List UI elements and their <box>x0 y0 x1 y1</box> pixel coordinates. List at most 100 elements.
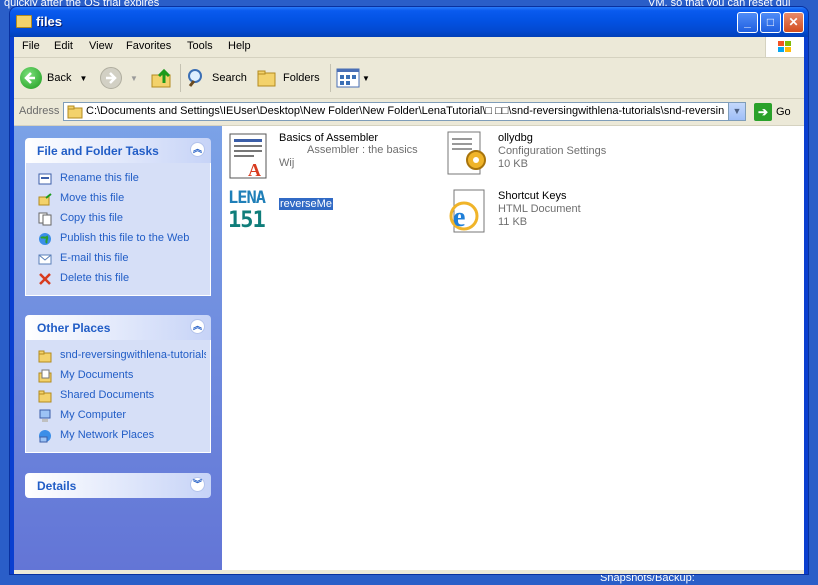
file-item[interactable]: A Basics of Assembler Assembler : the ba… <box>227 132 427 182</box>
window-frame: File Edit View Favorites Tools Help Back… <box>14 37 804 574</box>
file-item[interactable]: e Shortcut Keys HTML Document 11 KB <box>444 188 644 238</box>
folder-icon <box>67 105 83 119</box>
menu-edit[interactable]: Edit <box>54 40 73 52</box>
views-button[interactable]: ▼ <box>336 66 370 90</box>
expand-chevron-icon[interactable]: ︾ <box>190 477 205 492</box>
task-pane: File and Folder Tasks ︽ Rename this file… <box>14 126 222 570</box>
task-label: Publish this file to the Web <box>60 232 190 244</box>
address-value: C:\Documents and Settings\IEUser\Desktop… <box>86 105 725 117</box>
maximize-button[interactable]: □ <box>760 12 781 33</box>
toolbar-separator <box>330 64 331 92</box>
up-folder-button[interactable] <box>150 66 174 90</box>
title-bar[interactable]: files _ □ ✕ <box>10 7 808 37</box>
task-move[interactable]: Move this file <box>26 189 210 209</box>
back-button[interactable]: Back ▼ <box>20 66 87 90</box>
menu-help[interactable]: Help <box>228 40 251 52</box>
address-bar: Address C:\Documents and Settings\IEUser… <box>14 99 804 126</box>
svg-text:e: e <box>453 202 465 233</box>
file-type: HTML Document <box>498 203 581 215</box>
search-button[interactable]: Search <box>186 66 247 90</box>
place-my-computer[interactable]: My Computer <box>26 406 210 426</box>
minimize-button[interactable]: _ <box>737 12 758 33</box>
file-type: Configuration Settings <box>498 145 607 157</box>
rename-icon <box>38 173 52 185</box>
forward-button[interactable]: ▼ <box>100 66 138 90</box>
menu-tools[interactable]: Tools <box>187 40 213 52</box>
forward-dropdown-icon: ▼ <box>130 73 138 83</box>
move-icon <box>38 193 52 206</box>
task-publish[interactable]: Publish this file to the Web <box>26 229 210 249</box>
go-label: Go <box>776 106 791 118</box>
file-name: ollydbg <box>498 132 533 144</box>
icon-text: 151 <box>228 208 266 233</box>
html-document-icon: e <box>449 189 485 233</box>
place-my-network[interactable]: My Network Places <box>26 426 210 446</box>
collapse-chevron-icon[interactable]: ︽ <box>190 319 205 334</box>
windows-logo <box>765 37 804 57</box>
file-item[interactable]: ollydbg Configuration Settings 10 KB <box>444 130 644 180</box>
task-label: Move this file <box>60 192 125 204</box>
search-icon <box>188 69 202 87</box>
panel-title: Details <box>37 479 77 493</box>
folder-icon <box>16 15 32 28</box>
task-email[interactable]: E-mail this file <box>26 249 210 269</box>
menu-file[interactable]: File <box>22 40 40 52</box>
computer-icon <box>39 409 51 422</box>
place-parent-folder[interactable]: snd-reversingwithlena-tutorials <box>26 346 210 366</box>
config-file-icon <box>447 131 486 175</box>
folder-icon <box>38 350 52 363</box>
task-label: Rename this file <box>60 172 139 184</box>
file-name: reverseMe <box>279 198 333 210</box>
toolbar: Back ▼ ▼ Search Folders ▼ <box>14 58 804 99</box>
close-button[interactable]: ✕ <box>783 12 804 33</box>
forward-arrow-icon <box>100 67 122 89</box>
publish-icon <box>39 233 51 245</box>
panel-header[interactable]: Details ︾ <box>25 473 211 498</box>
toolbar-separator <box>180 64 181 92</box>
go-button[interactable]: ➔ Go <box>754 103 791 121</box>
my-documents-icon <box>38 369 52 383</box>
file-description: Assembler : the basics <box>307 144 418 156</box>
svg-text:A: A <box>248 160 261 180</box>
back-label: Back <box>47 72 72 84</box>
panel-title: Other Places <box>37 321 111 335</box>
folders-button[interactable]: Folders <box>256 66 320 90</box>
folders-icon <box>257 70 276 87</box>
panel-title: File and Folder Tasks <box>37 144 159 158</box>
up-folder-icon <box>151 68 171 88</box>
address-input[interactable]: C:\Documents and Settings\IEUser\Desktop… <box>63 102 746 121</box>
place-label: My Computer <box>60 409 127 421</box>
task-delete[interactable]: Delete this file <box>26 269 210 289</box>
folder-icon <box>38 390 52 403</box>
go-arrow-icon: ➔ <box>754 103 772 121</box>
back-dropdown-icon[interactable]: ▼ <box>79 74 87 83</box>
views-icon <box>336 68 360 88</box>
task-copy[interactable]: Copy this file <box>26 209 210 229</box>
folders-label: Folders <box>283 72 320 84</box>
file-folder-tasks-panel: File and Folder Tasks ︽ Rename this file… <box>25 138 211 296</box>
delete-icon <box>39 273 51 285</box>
views-dropdown-icon: ▼ <box>362 73 370 83</box>
details-panel: Details ︾ <box>25 473 211 498</box>
panel-header[interactable]: Other Places ︽ <box>25 315 211 340</box>
menu-view[interactable]: View <box>89 40 113 52</box>
place-shared-documents[interactable]: Shared Documents <box>26 386 210 406</box>
lena151-icon: LENA 151 <box>227 188 275 236</box>
file-item-selected[interactable]: LENA 151 reverseMe <box>227 188 427 238</box>
collapse-chevron-icon[interactable]: ︽ <box>190 142 205 157</box>
email-icon <box>38 254 52 265</box>
window-title: files <box>36 14 63 29</box>
task-rename[interactable]: Rename this file <box>26 169 210 189</box>
panel-header[interactable]: File and Folder Tasks ︽ <box>25 138 211 163</box>
icon-text: LENA <box>228 188 266 208</box>
menu-favorites[interactable]: Favorites <box>126 40 171 52</box>
file-size: 11 KB <box>498 216 528 228</box>
file-name: Basics of Assembler <box>279 132 379 144</box>
back-arrow-icon <box>20 67 42 89</box>
menu-bar: File Edit View Favorites Tools Help <box>14 37 804 58</box>
place-my-documents[interactable]: My Documents <box>26 366 210 386</box>
file-list-view: A Basics of Assembler Assembler : the ba… <box>222 126 804 570</box>
place-label: Shared Documents <box>60 389 155 401</box>
address-dropdown-button[interactable]: ▼ <box>728 103 745 120</box>
task-label: Delete this file <box>60 272 130 284</box>
